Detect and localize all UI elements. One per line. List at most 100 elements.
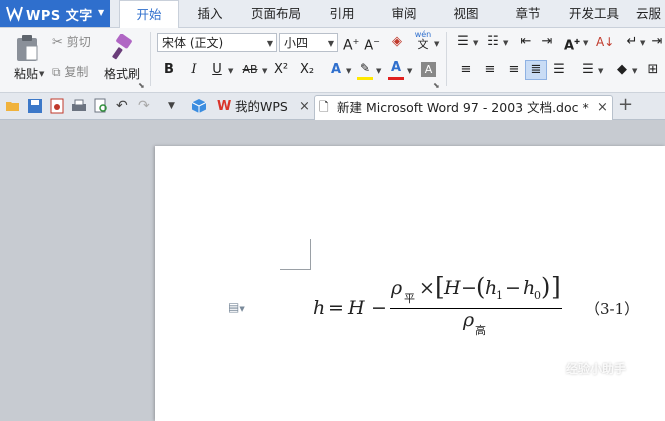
chevron-down-icon: ▼ [39,70,45,78]
app-title: WPS 文字 [26,9,93,24]
tab-chapter[interactable]: 章节 [502,0,554,27]
close-icon[interactable]: × [299,95,310,118]
eq-paren-left: ( [476,273,486,301]
eq-sub-gao: 高 [475,324,486,337]
subscript-button[interactable]: X₂ [298,62,316,78]
undo-icon[interactable]: ↶ [116,98,132,114]
tab-review[interactable]: 审阅 [378,0,430,27]
font-size-select[interactable]: 小四 ▼ [279,33,338,52]
phonetic-guide-button[interactable]: wén 文 [414,30,432,51]
align-left-icon[interactable]: ≡ [458,62,474,78]
print-preview-icon[interactable] [93,98,109,114]
export-pdf-icon[interactable] [49,98,65,114]
numbered-list-icon[interactable]: ☷ [485,34,501,50]
doc-tab-my-wps[interactable]: W 我的WPS × [213,95,311,119]
superscript-button[interactable]: X² [272,62,290,78]
tab-insert[interactable]: 插入 [184,0,236,27]
copy-label: 复制 [64,65,89,79]
chevron-down-icon: ▼ [376,67,382,75]
phonetic-bottom: 文 [417,38,429,51]
chevron-down-icon: ▼ [503,39,509,47]
increase-indent-icon[interactable]: ⇥ [539,34,555,50]
font-color-button[interactable]: A [388,60,404,80]
new-tab-icon[interactable]: + [618,94,633,115]
copy-button[interactable]: ⧉ 复制 [52,63,88,80]
wps-w-icon: W [217,99,232,114]
tab-references[interactable]: 引用 [316,0,368,27]
eq-H2: H [444,277,461,299]
more-icon[interactable]: ▼ [168,98,184,114]
chevron-down-icon: ▼ [266,39,273,48]
align-center-icon[interactable]: ≡ [482,62,498,78]
tab-view[interactable]: 视图 [440,0,492,27]
underline-button[interactable]: U [210,62,224,78]
cut-button[interactable]: ✂ 剪切 [52,33,91,50]
bullet-list-icon[interactable]: ☰ [455,34,471,50]
highlighter-icon: ✎ [359,61,371,75]
print-icon[interactable] [71,98,87,114]
paragraph-shading-icon[interactable]: ◆ [614,62,630,78]
borders-icon[interactable]: ⊞ [645,62,661,78]
chevron-down-icon: ▼ [434,40,440,48]
dialog-launcher-icon[interactable]: ⬊ [433,81,440,90]
format-painter-button[interactable]: 格式刷 [102,30,142,86]
align-right-icon[interactable]: ≡ [506,62,522,78]
app-menu-button[interactable]: WPS 文字 ▼ [0,0,110,27]
dialog-launcher-icon[interactable]: ⬊ [138,81,145,90]
close-icon[interactable]: × [597,96,608,119]
decrease-indent-icon[interactable]: ⇤ [518,34,534,50]
eq-rho-denominator: ρ [463,309,475,331]
tab-home[interactable]: 开始 [119,0,179,29]
paste-button[interactable]: 粘贴 ▼ [6,30,46,86]
font-name-select[interactable]: 宋体 (正文) ▼ [157,33,277,52]
text-effect-icon[interactable]: A [328,62,344,78]
eq-rho-numerator: ρ [391,277,403,299]
redo-icon[interactable]: ↷ [138,98,154,114]
document-page[interactable]: ▤▼ h = H − ρ 平 × [ H − ( h 1 − h 0 ) ] ρ [155,146,665,421]
font-size-value: 小四 [284,36,309,50]
eq-equals: = [328,297,344,319]
eq-minus-inner: − [461,277,477,299]
align-justify-icon[interactable]: ≣ [525,60,547,80]
distributed-align-icon[interactable]: ☰ [551,62,567,78]
highlight-button[interactable]: ✎ [356,60,374,80]
eq-lhs: h [313,297,326,319]
cube-icon[interactable] [191,98,207,114]
pinyin-sort-icon[interactable]: A↓ [596,34,614,50]
italic-button[interactable]: I [187,62,201,78]
shrink-font-icon[interactable]: A− [364,34,380,54]
doc-tab-active[interactable]: 🗋 新建 Microsoft Word 97 - 2003 文档.doc * × [314,95,613,120]
ribbon-separator [446,32,447,86]
chevron-down-icon: ▼ [640,39,646,47]
scissors-icon: ✂ [52,35,63,50]
font-color-bar [388,77,404,80]
cut-label: 剪切 [66,35,91,49]
open-icon[interactable] [5,98,21,114]
wps-logo-icon [6,4,23,22]
bold-button[interactable]: B [162,62,176,78]
show-marks-icon[interactable]: ↵ [625,34,639,50]
change-case-icon[interactable]: A✚ [563,34,581,54]
save-icon[interactable] [27,98,43,114]
character-shading-icon[interactable]: A [421,62,436,77]
tab-developer[interactable]: 开发工具 [562,0,626,27]
equation[interactable]: h = H − ρ 平 × [ H − ( h 1 − h 0 ) ] ρ 高 [313,272,573,353]
eq-bracket-right: ] [551,272,561,301]
equation-number: （3-1） [585,300,640,318]
watermark: 经验小助手 [566,362,627,376]
tab-stops-icon[interactable]: ⇥ [650,34,664,50]
chevron-down-icon: ▼ [98,8,105,17]
clear-format-icon[interactable]: ◈ [389,34,405,50]
tab-cloud[interactable]: 云服 [636,0,665,27]
strikethrough-button[interactable]: AB [240,62,260,78]
paste-options-icon[interactable]: ▤▼ [228,300,245,314]
tab-page-layout[interactable]: 页面布局 [244,0,308,27]
chevron-down-icon: ▼ [583,39,589,47]
line-spacing-icon[interactable]: ☰ [580,62,596,78]
highlight-color-bar [357,77,373,80]
eq-minus: − [371,297,387,319]
eq-H1: H [348,297,365,319]
eq-sub-ping: 平 [404,292,415,305]
doc-tab-label: 我的WPS [235,99,288,114]
grow-font-icon[interactable]: A+ [343,34,359,54]
